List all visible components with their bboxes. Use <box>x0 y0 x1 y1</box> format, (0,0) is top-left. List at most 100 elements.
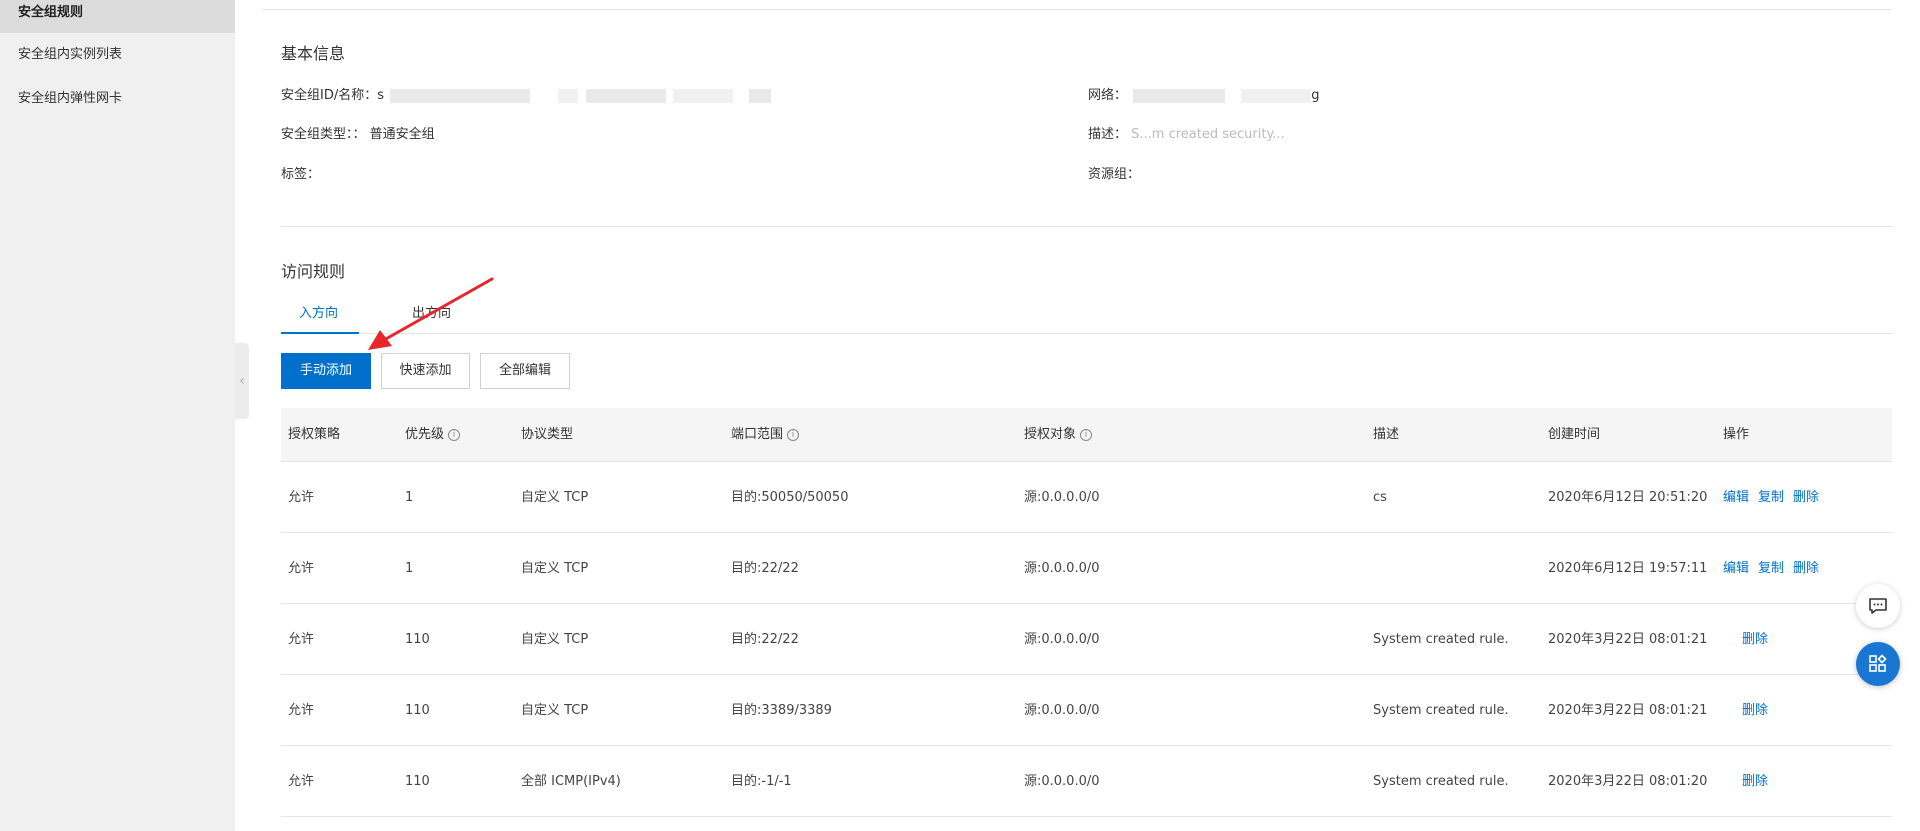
network-value: g <box>1311 88 1320 103</box>
cell-policy: 允许 <box>288 703 315 718</box>
tab-outbound[interactable]: 出方向 <box>412 302 451 321</box>
description-value: S...m created security... <box>1131 127 1285 142</box>
cell-policy: 允许 <box>288 490 315 505</box>
cell-port: 目的:50050/50050 <box>731 490 849 505</box>
col-source: 授权对象 i <box>1024 408 1093 462</box>
description-row: 描述： S...m created security... <box>1088 123 1285 142</box>
cell-created-time: 2020年3月22日 08:01:20 <box>1548 774 1708 789</box>
cell-port: 目的:22/22 <box>731 632 799 647</box>
redaction-mask <box>748 88 771 103</box>
cell-priority: 110 <box>405 703 430 718</box>
sidebar-item-instance-list[interactable]: 安全组内实例列表 <box>0 33 235 77</box>
main-content: 基本信息 安全组ID/名称：s 安全组类型：： 普通安全组 标签： 网络： g … <box>262 0 1892 831</box>
cell-source: 源:0.0.0.0/0 <box>1024 703 1100 718</box>
cell-protocol: 自定义 TCP <box>521 703 589 718</box>
sg-id-row: 安全组ID/名称：s <box>281 84 771 103</box>
cell-protocol: 自定义 TCP <box>521 561 589 576</box>
cell-policy: 允许 <box>288 632 315 647</box>
active-tab-indicator <box>281 332 359 334</box>
sg-type-value: 普通安全组 <box>369 127 435 142</box>
cell-actions: 编辑 复制 删除 <box>1723 533 1828 604</box>
info-icon[interactable]: i <box>787 428 800 441</box>
sidebar-collapse-handle[interactable]: ‹ <box>235 343 249 419</box>
redaction-mask <box>672 88 733 103</box>
cell-actions: 删除 <box>1742 746 1777 817</box>
cell-protocol: 自定义 TCP <box>521 490 589 505</box>
cell-policy: 允许 <box>288 561 315 576</box>
col-actions: 操作 <box>1723 427 1750 442</box>
delete-link[interactable]: 删除 <box>1793 490 1819 505</box>
cell-priority: 110 <box>405 774 430 789</box>
chat-icon <box>1869 598 1887 614</box>
info-icon[interactable]: i <box>1080 428 1093 441</box>
cell-created-time: 2020年3月22日 08:01:21 <box>1548 632 1708 647</box>
quick-add-button[interactable]: 快速添加 <box>381 353 470 389</box>
sg-type-label: 安全组类型：： <box>281 127 366 142</box>
delete-link[interactable]: 删除 <box>1742 774 1768 789</box>
redaction-mask <box>586 88 667 103</box>
access-rules-title: 访问规则 <box>281 262 346 281</box>
copy-link[interactable]: 复制 <box>1758 490 1784 505</box>
divider <box>262 9 1892 10</box>
table-row: 允许 1 自定义 TCP 目的:22/22 源:0.0.0.0/0 2020年6… <box>281 533 1892 604</box>
cell-created-time: 2020年3月22日 08:01:21 <box>1548 703 1708 718</box>
edit-link[interactable]: 编辑 <box>1723 490 1749 505</box>
table-row: 允许 110 自定义 TCP 目的:22/22 源:0.0.0.0/0 Syst… <box>281 604 1892 675</box>
sg-id-label: 安全组ID/名称： <box>281 88 378 103</box>
redaction-mask <box>1241 88 1312 103</box>
apps-button[interactable] <box>1856 642 1900 686</box>
info-icon[interactable]: i <box>448 428 461 441</box>
redaction-mask <box>390 88 531 103</box>
sidebar-item-eni-list[interactable]: 安全组内弹性网卡 <box>0 77 235 121</box>
tags-row: 标签： <box>281 163 320 182</box>
chat-button[interactable] <box>1856 584 1900 628</box>
tags-label: 标签： <box>281 167 321 182</box>
cell-protocol: 全部 ICMP(IPv4) <box>521 774 621 789</box>
delete-link[interactable]: 删除 <box>1793 561 1819 576</box>
col-description: 描述 <box>1373 427 1400 442</box>
cell-priority: 1 <box>405 561 414 576</box>
resource-group-label: 资源组： <box>1088 167 1141 182</box>
col-policy: 授权策略 <box>288 427 341 442</box>
table-row: 允许 1 自定义 TCP 目的:50050/50050 源:0.0.0.0/0 … <box>281 462 1892 533</box>
cell-port: 目的:3389/3389 <box>731 703 832 718</box>
sg-id-value: s <box>377 88 385 103</box>
direction-tabs: 入方向 出方向 <box>281 292 1892 334</box>
col-port: 端口范围 i <box>731 408 800 462</box>
cell-policy: 允许 <box>288 774 315 789</box>
divider <box>281 226 1892 227</box>
table-row: 允许 110 全部 ICMP(IPv4) 目的:-1/-1 源:0.0.0.0/… <box>281 746 1892 817</box>
redaction-mask <box>558 88 579 103</box>
tab-inbound[interactable]: 入方向 <box>299 302 338 321</box>
sidebar-item-security-group-rules[interactable]: 安全组规则 <box>0 0 235 33</box>
chevron-left-icon: ‹ <box>239 373 245 389</box>
cell-description: cs <box>1373 490 1387 505</box>
col-protocol: 协议类型 <box>521 427 574 442</box>
copy-link[interactable]: 复制 <box>1758 561 1784 576</box>
edit-link[interactable]: 编辑 <box>1723 561 1749 576</box>
apps-icon <box>1869 654 1887 672</box>
cell-priority: 1 <box>405 490 414 505</box>
table-row: 允许 110 自定义 TCP 目的:3389/3389 源:0.0.0.0/0 … <box>281 675 1892 746</box>
cell-description: System created rule. <box>1373 632 1509 647</box>
cell-source: 源:0.0.0.0/0 <box>1024 490 1100 505</box>
delete-link[interactable]: 删除 <box>1742 703 1768 718</box>
cell-priority: 110 <box>405 632 430 647</box>
cell-actions: 删除 <box>1742 675 1777 746</box>
basic-info-title: 基本信息 <box>281 44 346 63</box>
cell-protocol: 自定义 TCP <box>521 632 589 647</box>
rules-table: 授权策略 优先级 i 协议类型 端口范围 i 授权对象 i 描述 创建时间 操作 允许… <box>281 408 1892 817</box>
cell-actions: 删除 <box>1742 604 1777 675</box>
cell-actions: 编辑 复制 删除 <box>1723 462 1828 533</box>
cell-created-time: 2020年6月12日 19:57:11 <box>1548 561 1708 576</box>
cell-port: 目的:22/22 <box>731 561 799 576</box>
manual-add-button[interactable]: 手动添加 <box>281 353 371 389</box>
cell-port: 目的:-1/-1 <box>731 774 792 789</box>
cell-created-time: 2020年6月12日 20:51:20 <box>1548 490 1708 505</box>
network-label: 网络： <box>1088 88 1128 103</box>
col-priority: 优先级 i <box>405 408 461 462</box>
edit-all-button[interactable]: 全部编辑 <box>480 353 570 389</box>
sidebar: 安全组规则 安全组内实例列表 安全组内弹性网卡 <box>0 0 235 831</box>
delete-link[interactable]: 删除 <box>1742 632 1768 647</box>
col-created-time: 创建时间 <box>1548 427 1601 442</box>
